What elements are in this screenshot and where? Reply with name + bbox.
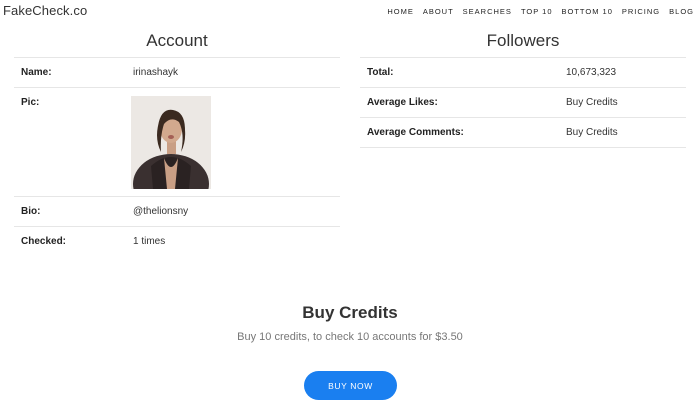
profile-pic-cell [126, 87, 340, 197]
nav-home[interactable]: HOME [387, 7, 414, 16]
checked-value: 1 times [126, 226, 340, 257]
nav-pricing[interactable]: PRICING [622, 7, 660, 16]
bio-label: Bio: [14, 196, 126, 227]
buy-credits-description: Buy 10 credits, to check 10 accounts for… [237, 331, 463, 343]
nav-bottom-10[interactable]: BOTTOM 10 [562, 7, 613, 16]
nav-searches[interactable]: SEARCHES [463, 7, 512, 16]
account-table: Name: irinashayk Pic: Bio: @thelionsny C… [14, 57, 340, 257]
nav-about[interactable]: ABOUT [423, 7, 454, 16]
total-label: Total: [360, 57, 559, 88]
average-comments-value: Buy Credits [559, 117, 686, 148]
average-likes-label: Average Likes: [360, 87, 559, 118]
account-title: Account [146, 31, 208, 50]
nav-blog[interactable]: BLOG [669, 7, 694, 16]
followers-row-likes: Average Likes: Buy Credits [360, 87, 686, 118]
account-row-pic: Pic: [14, 87, 340, 197]
checked-label: Checked: [14, 226, 126, 257]
top-nav: HOME ABOUT SEARCHES TOP 10 BOTTOM 10 PRI… [387, 7, 694, 16]
average-comments-label: Average Comments: [360, 117, 559, 148]
account-row-name: Name: irinashayk [14, 57, 340, 88]
account-row-checked: Checked: 1 times [14, 226, 340, 257]
followers-row-total: Total: 10,673,323 [360, 57, 686, 88]
followers-title: Followers [486, 31, 560, 50]
pic-label: Pic: [14, 87, 126, 197]
nav-top-10[interactable]: TOP 10 [521, 7, 553, 16]
account-row-bio: Bio: @thelionsny [14, 196, 340, 227]
buy-now-button[interactable]: BUY NOW [304, 371, 397, 400]
buy-credits-title: Buy Credits [302, 303, 398, 322]
followers-table: Total: 10,673,323 Average Likes: Buy Cre… [360, 57, 686, 148]
followers-row-comments: Average Comments: Buy Credits [360, 117, 686, 148]
profile-pic [131, 96, 211, 189]
name-label: Name: [14, 57, 126, 88]
bio-value: @thelionsny [126, 196, 340, 227]
average-likes-value: Buy Credits [559, 87, 686, 118]
total-value: 10,673,323 [559, 57, 686, 88]
name-value: irinashayk [126, 57, 340, 88]
brand-logo[interactable]: FakeCheck.co [3, 3, 87, 18]
